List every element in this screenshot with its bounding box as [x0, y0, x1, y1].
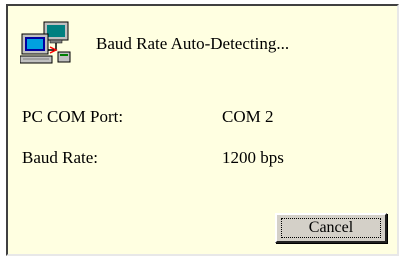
com-port-value: COM 2: [222, 107, 274, 126]
cancel-button-label: Cancel: [281, 218, 381, 238]
dialog-header: Baud Rate Auto-Detecting...: [16, 16, 386, 66]
network-computers-icon: [19, 20, 72, 66]
baud-detect-dialog: Baud Rate Auto-Detecting... PC COM Port:…: [6, 4, 399, 256]
cancel-button[interactable]: Cancel: [275, 213, 387, 243]
com-port-label: PC COM Port:: [22, 107, 124, 126]
baud-rate-label: Baud Rate:: [22, 148, 99, 167]
dialog-title: Baud Rate Auto-Detecting...: [96, 34, 290, 53]
baud-rate-value: 1200 bps: [222, 148, 284, 167]
